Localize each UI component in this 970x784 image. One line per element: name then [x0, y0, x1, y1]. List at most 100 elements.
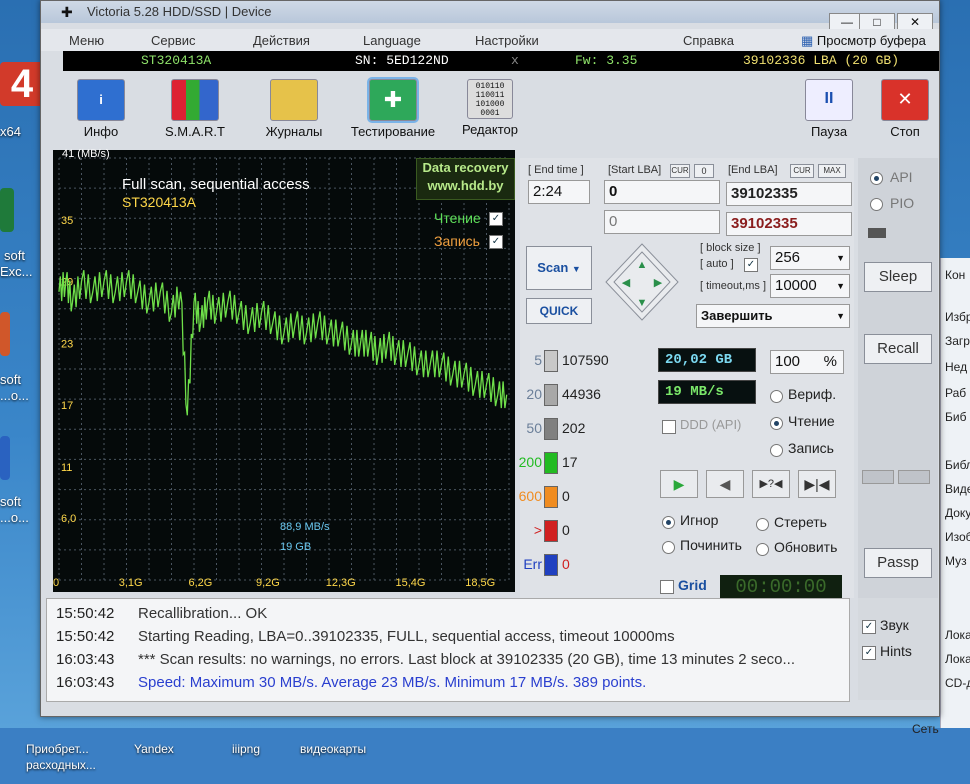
testing-button[interactable]: ✚ Тестирование	[343, 79, 443, 139]
stop-button[interactable]: ✕ Стоп	[879, 79, 931, 139]
timeout-label: [ timeout,ms ]	[700, 280, 767, 292]
finish-action-select[interactable]: Завершить ▼	[696, 304, 850, 328]
ddd-checkbox[interactable]	[662, 420, 676, 434]
block-range-label: 5	[534, 352, 542, 368]
smart-icon	[171, 79, 219, 121]
read-radio[interactable]	[770, 417, 783, 430]
repair-radio[interactable]	[662, 541, 675, 554]
block-count: 0	[562, 556, 570, 572]
nav-item[interactable]: Изоб	[945, 530, 970, 544]
desktop-label: x64	[0, 124, 21, 139]
timeout-select[interactable]: 10000 ▼	[770, 274, 850, 298]
desktop-label[interactable]: видеокарты	[300, 742, 366, 756]
nav-item[interactable]: Избра	[945, 310, 970, 324]
legend-write-checkbox[interactable]: ✓	[489, 235, 503, 249]
nav-item[interactable]: Загр	[945, 334, 970, 348]
menu-item[interactable]: Меню	[69, 33, 104, 48]
ppt-icon[interactable]	[0, 312, 10, 356]
desktop-label[interactable]: Приобрет...	[26, 742, 89, 756]
rewind-button[interactable]: ◀	[706, 470, 744, 498]
desktop-label[interactable]: iiipng	[232, 742, 260, 756]
legend-read: Чтение	[434, 210, 481, 226]
erase-label: Стереть	[774, 514, 827, 530]
nav-item[interactable]: Виде	[945, 482, 970, 496]
refresh-label: Обновить	[774, 539, 838, 555]
hints-checkbox[interactable]: ✓	[862, 646, 876, 660]
word-icon[interactable]	[0, 436, 10, 480]
write-radio[interactable]	[770, 444, 783, 457]
play-button[interactable]: ▶	[660, 470, 698, 498]
start-zero-button[interactable]: 0	[694, 164, 714, 178]
nav-item[interactable]: Раб	[945, 386, 966, 400]
end-max-button[interactable]: MAX	[818, 164, 846, 178]
sleep-button[interactable]: Sleep	[864, 262, 932, 292]
auto-checkbox[interactable]: ✓	[744, 258, 758, 272]
title-bar[interactable]: ✚ Victoria 5.28 HDD/SSD | Device	[41, 1, 939, 23]
data-recovery-banner[interactable]: Data recovery www.hdd.by	[416, 158, 515, 200]
grid-checkbox[interactable]	[660, 580, 674, 594]
logs-button[interactable]: Журналы	[259, 79, 329, 139]
y-tick-label: 35	[61, 215, 73, 227]
nav-item[interactable]: Доку	[945, 506, 970, 520]
nav-item[interactable]: Нед	[945, 360, 967, 374]
block-color-swatch	[544, 452, 558, 474]
desktop-label[interactable]: Yandex	[134, 742, 174, 756]
refresh-radio[interactable]	[756, 543, 769, 556]
block-size-value: 256	[775, 249, 801, 266]
editor-button[interactable]: 010110 110011 101000 0001 Редактор	[455, 79, 525, 137]
nav-item[interactable]: Библ	[945, 458, 970, 472]
smart-button[interactable]: S.M.A.R.T	[155, 79, 235, 139]
end-lba-field[interactable]: 39102335	[726, 182, 852, 206]
nav-item[interactable]: Муз	[945, 554, 967, 568]
network-label[interactable]: Сеть	[912, 722, 939, 736]
drive-serial: SN: 5ED122ND	[355, 53, 449, 68]
y-tick-label: 17	[61, 400, 73, 412]
erase-radio[interactable]	[756, 518, 769, 531]
svg-text:▲: ▲	[637, 259, 648, 271]
buffer-view-button[interactable]: ▦ Просмотр буфера	[801, 33, 926, 49]
end-button[interactable]: ▶|◀	[798, 470, 836, 498]
nav-item[interactable]: Биб	[945, 410, 966, 424]
ignore-radio[interactable]	[662, 516, 675, 529]
skip-query-button[interactable]: ▶?◀	[752, 470, 790, 498]
menu-item[interactable]: Настройки	[475, 33, 539, 48]
api-radio[interactable]	[870, 172, 883, 185]
log-line: 16:03:43 Speed: Maximum 30 MB/s. Average …	[56, 674, 646, 691]
sound-checkbox[interactable]: ✓	[862, 620, 876, 634]
start-lba-field[interactable]: 0	[604, 180, 720, 204]
end-cur-button[interactable]: CUR	[790, 164, 814, 178]
recall-button[interactable]: Recall	[864, 334, 932, 364]
desktop-label[interactable]: расходных...	[26, 758, 96, 772]
pause-button[interactable]: II Пауза	[803, 79, 855, 139]
pio-radio[interactable]	[870, 198, 883, 211]
direction-pad[interactable]: ▲ ▼ ◀ ▶	[604, 242, 680, 322]
legend-read-checkbox[interactable]: ✓	[489, 212, 503, 226]
nav-item[interactable]: CD-д	[945, 676, 970, 690]
x-tick-label: 0	[53, 577, 59, 589]
desktop-label: ...о...	[0, 510, 29, 525]
log-time: 15:50:42	[56, 628, 115, 645]
end-time-field[interactable]: 2:24	[528, 180, 590, 204]
start-cur-button[interactable]: CUR	[670, 164, 690, 178]
scan-button[interactable]: Scan ▼	[526, 246, 592, 290]
passp-button[interactable]: Passp	[864, 548, 932, 578]
nav-item[interactable]: Лока	[945, 628, 970, 642]
block-range-label: 20	[526, 386, 542, 402]
log-line: 15:50:42 Starting Reading, LBA=0..3910233…	[56, 628, 675, 645]
event-log[interactable]: 15:50:42 Recallibration... OK 15:50:42 Star…	[46, 598, 850, 702]
menu-item[interactable]: Сервис	[151, 33, 196, 48]
menu-item[interactable]: Справка	[683, 33, 734, 48]
verify-radio[interactable]	[770, 390, 783, 403]
grid-label: Grid	[678, 577, 707, 593]
app-icon-4[interactable]: 4	[0, 62, 44, 106]
scan-timer: 00:00:00	[720, 575, 842, 599]
nav-item[interactable]: Лока	[945, 652, 970, 666]
menu-item[interactable]: Language	[363, 33, 421, 48]
quick-button[interactable]: QUICK	[526, 298, 592, 324]
block-size-select[interactable]: 256 ▼	[770, 246, 850, 270]
excel-icon[interactable]	[0, 188, 14, 232]
svg-text:▼: ▼	[637, 297, 648, 309]
info-button[interactable]: i Инфо	[71, 79, 131, 139]
menu-item[interactable]: Действия	[253, 33, 310, 48]
nav-item[interactable]: Кон	[945, 268, 965, 282]
